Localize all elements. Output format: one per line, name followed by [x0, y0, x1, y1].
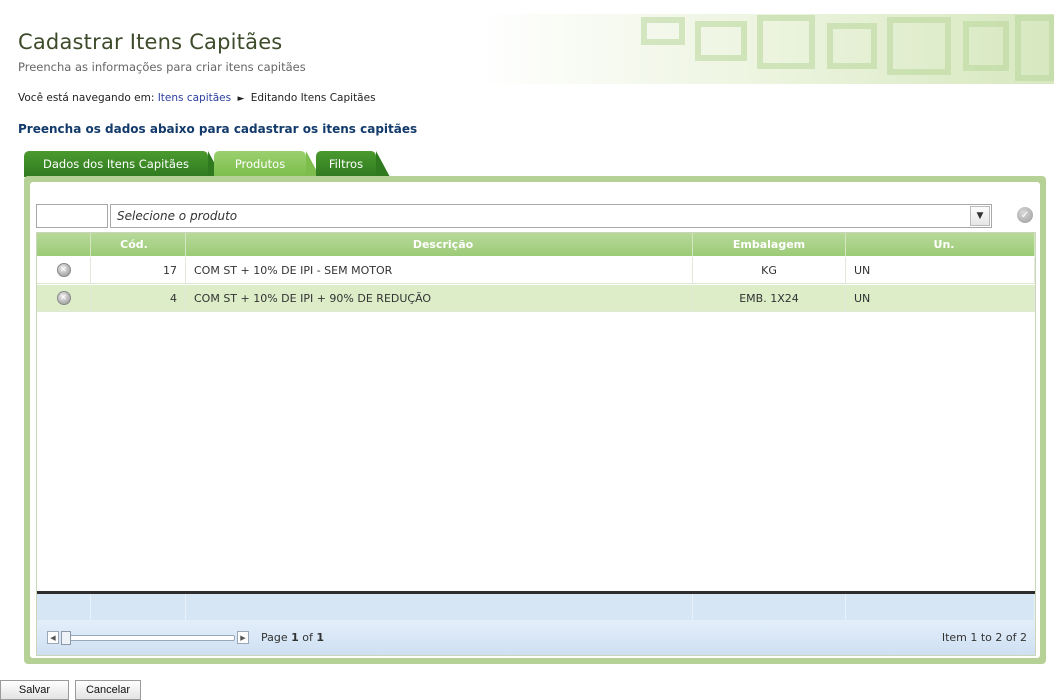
remove-icon[interactable]: ✕	[56, 291, 71, 305]
pager: ◀ ▶ Page 1 of 1 Item 1 to 2 of 2	[37, 620, 1035, 655]
breadcrumb-current: Editando Itens Capitães	[250, 92, 376, 104]
tab-dados[interactable]: Dados dos Itens Capitães	[24, 151, 222, 177]
footer-cell	[37, 594, 91, 620]
footer-cell	[91, 594, 186, 620]
tab-label: Produtos	[234, 157, 286, 171]
footer-cell	[693, 594, 846, 620]
products-grid: Cód. Descrição Embalagem Un. ✕ 17 COM ST…	[36, 232, 1036, 656]
cell-packaging: EMB. 1X24	[693, 285, 846, 311]
item-range-info: Item 1 to 2 of 2	[941, 631, 1027, 644]
page-prefix: Page	[261, 631, 288, 644]
product-code-input[interactable]	[36, 204, 108, 228]
cell-description: COM ST + 10% DE IPI + 90% DE REDUÇÃO	[186, 285, 693, 311]
chevron-left-icon[interactable]: ◀	[47, 631, 59, 644]
product-select[interactable]: Selecione o produto	[110, 204, 992, 228]
page-of: of	[302, 631, 313, 644]
breadcrumb: Você está navegando em: Itens capitães ►…	[18, 92, 376, 104]
cancel-button[interactable]: Cancelar	[75, 680, 141, 700]
breadcrumb-prefix: Você está navegando em:	[18, 92, 155, 104]
page-slider-thumb[interactable]	[61, 631, 71, 645]
row-remove-cell: ✕	[37, 257, 91, 283]
breadcrumb-arrow-icon: ►	[237, 94, 245, 104]
remove-icon[interactable]: ✕	[56, 263, 71, 277]
tab-tail	[376, 151, 390, 177]
page-slider[interactable]	[61, 635, 235, 641]
column-header-packaging[interactable]: Embalagem	[693, 233, 846, 256]
table-row[interactable]: ✕ 4 COM ST + 10% DE IPI + 90% DE REDUÇÃO…	[37, 285, 1035, 312]
footer-cell	[846, 594, 1035, 620]
breadcrumb-link[interactable]: Itens capitães	[158, 92, 231, 104]
page-title: Cadastrar Itens Capitães	[18, 30, 283, 54]
check-circle-icon[interactable]: ✓	[1017, 207, 1033, 223]
page-subtitle: Preencha as informações para criar itens…	[18, 60, 306, 74]
cell-description: COM ST + 10% DE IPI - SEM MOTOR	[186, 257, 693, 283]
tab-label: Dados dos Itens Capitães	[43, 157, 189, 171]
column-header-actions	[37, 233, 91, 256]
cell-code: 17	[91, 257, 186, 283]
column-header-code[interactable]: Cód.	[91, 233, 186, 256]
chevron-right-icon[interactable]: ▶	[237, 631, 249, 644]
cell-unit: UN	[846, 285, 1035, 311]
tab-label: Filtros	[328, 157, 364, 171]
row-remove-cell: ✕	[37, 285, 91, 311]
chevron-down-icon[interactable]: ▼	[970, 206, 990, 226]
footer-cell	[186, 594, 693, 620]
cell-unit: UN	[846, 257, 1035, 283]
column-header-description[interactable]: Descrição	[186, 233, 693, 256]
header-pattern	[641, 15, 1054, 81]
grid-header: Cód. Descrição Embalagem Un.	[37, 233, 1035, 256]
page-indicator: Page 1 of 1	[261, 631, 324, 644]
cell-packaging: KG	[693, 257, 846, 283]
table-row[interactable]: ✕ 17 COM ST + 10% DE IPI - SEM MOTOR KG …	[37, 257, 1035, 284]
page-total: 1	[316, 631, 325, 644]
tab-filtros[interactable]: Filtros	[316, 151, 390, 177]
page-current: 1	[291, 631, 299, 644]
section-title: Preencha os dados abaixo para cadastrar …	[18, 122, 418, 136]
cell-code: 4	[91, 285, 186, 311]
column-header-unit[interactable]: Un.	[846, 233, 1035, 256]
tab-bar: Dados dos Itens Capitães Produtos Filtro…	[24, 151, 390, 177]
grid-footer-row	[37, 594, 1035, 620]
save-button[interactable]: Salvar	[0, 680, 69, 700]
tab-produtos[interactable]: Produtos	[214, 151, 320, 177]
